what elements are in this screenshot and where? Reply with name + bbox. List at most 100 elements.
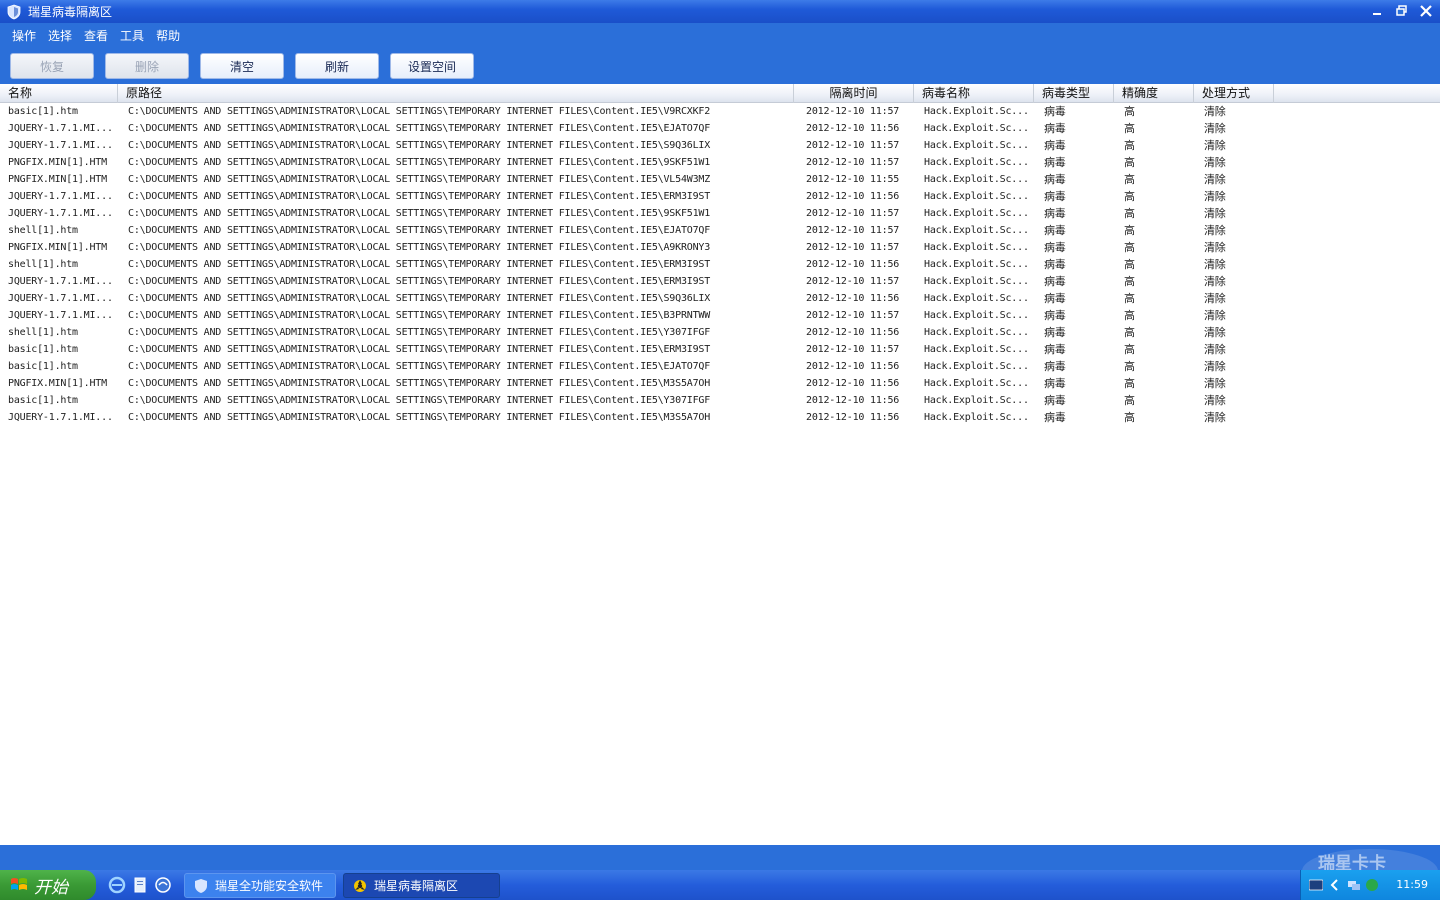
column-header-accuracy[interactable]: 精确度 <box>1114 84 1194 103</box>
list-header: 名称 原路径 隔离时间 病毒名称 病毒类型 精确度 处理方式 <box>0 84 1440 103</box>
column-header-virus-name[interactable]: 病毒名称 <box>914 84 1034 103</box>
cell-quarantine-time: 2012-12-10 11:56 <box>806 259 900 270</box>
keyboard-icon[interactable] <box>1309 879 1323 891</box>
restore-window-icon[interactable] <box>1392 2 1412 20</box>
table-row[interactable]: PNGFIX.MIN[1].HTM C:\DOCUMENTS AND SETTIN… <box>0 171 1440 188</box>
status-strip <box>0 845 1440 870</box>
column-header-virus-type[interactable]: 病毒类型 <box>1034 84 1114 103</box>
cell-accuracy: 高 <box>1124 275 1135 288</box>
rising-shield-icon <box>195 878 207 893</box>
cell-virus-type: 病毒 <box>1044 326 1066 339</box>
notepad-icon[interactable] <box>131 876 149 894</box>
list-rows: basic[1].htm C:\DOCUMENTS AND SETTINGS\AD… <box>0 103 1440 426</box>
cell-action: 清除 <box>1204 258 1226 271</box>
rising-tray-icon[interactable] <box>1365 878 1379 892</box>
title-bar[interactable]: 瑞星病毒隔离区 <box>0 0 1440 23</box>
table-row[interactable]: shell[1].htm C:\DOCUMENTS AND SETTINGS\AD… <box>0 256 1440 273</box>
cell-quarantine-time: 2012-12-10 11:56 <box>806 327 900 338</box>
start-button[interactable]: 开始 <box>0 870 96 900</box>
shield-icon <box>7 4 21 19</box>
cell-action: 清除 <box>1204 139 1226 152</box>
menu-view[interactable]: 查看 <box>78 27 114 44</box>
cell-original-path: C:\DOCUMENTS AND SETTINGS\ADMINISTRATOR\… <box>128 140 711 151</box>
delete-button[interactable]: 删除 <box>105 53 189 79</box>
table-row[interactable]: JQUERY-1.7.1.MI... C:\DOCUMENTS AND SETTI… <box>0 409 1440 426</box>
cell-virus-name: Hack.Exploit.Sc... <box>924 225 1029 236</box>
menu-operate[interactable]: 操作 <box>6 27 42 44</box>
cell-original-path: C:\DOCUMENTS AND SETTINGS\ADMINISTRATOR\… <box>128 157 711 168</box>
table-row[interactable]: JQUERY-1.7.1.MI... C:\DOCUMENTS AND SETTI… <box>0 273 1440 290</box>
cell-accuracy: 高 <box>1124 326 1135 339</box>
cell-virus-name: Hack.Exploit.Sc... <box>924 412 1029 423</box>
restore-button[interactable]: 恢复 <box>10 53 94 79</box>
cell-accuracy: 高 <box>1124 105 1135 118</box>
task-rising-security[interactable]: 瑞星全功能安全软件 <box>184 873 336 898</box>
cell-virus-type: 病毒 <box>1044 377 1066 390</box>
cell-accuracy: 高 <box>1124 173 1135 186</box>
cell-accuracy: 高 <box>1124 309 1135 322</box>
menu-tools[interactable]: 工具 <box>114 27 150 44</box>
browser-icon[interactable] <box>154 876 172 894</box>
close-icon[interactable] <box>1416 2 1436 20</box>
table-row[interactable]: JQUERY-1.7.1.MI... C:\DOCUMENTS AND SETTI… <box>0 290 1440 307</box>
cell-original-path: C:\DOCUMENTS AND SETTINGS\ADMINISTRATOR\… <box>128 174 711 185</box>
cell-accuracy: 高 <box>1124 292 1135 305</box>
cell-original-path: C:\DOCUMENTS AND SETTINGS\ADMINISTRATOR\… <box>128 378 711 389</box>
refresh-button[interactable]: 刷新 <box>295 53 379 79</box>
window-controls <box>1368 2 1436 20</box>
menu-select[interactable]: 选择 <box>42 27 78 44</box>
cell-original-path: C:\DOCUMENTS AND SETTINGS\ADMINISTRATOR\… <box>128 225 711 236</box>
cell-file-name: shell[1].htm <box>8 259 78 270</box>
clear-button[interactable]: 清空 <box>200 53 284 79</box>
cell-virus-name: Hack.Exploit.Sc... <box>924 191 1029 202</box>
toolbar: 恢复 删除 清空 刷新 设置空间 <box>0 48 1440 84</box>
menu-help[interactable]: 帮助 <box>150 27 186 44</box>
windows-logo-icon <box>11 878 27 890</box>
column-header-name[interactable]: 名称 <box>0 84 118 103</box>
quarantine-list[interactable]: 名称 原路径 隔离时间 病毒名称 病毒类型 精确度 处理方式 basic[1].… <box>0 84 1440 845</box>
network-icon[interactable] <box>1347 878 1361 892</box>
table-row[interactable]: shell[1].htm C:\DOCUMENTS AND SETTINGS\AD… <box>0 222 1440 239</box>
table-row[interactable]: JQUERY-1.7.1.MI... C:\DOCUMENTS AND SETTI… <box>0 307 1440 324</box>
table-row[interactable]: PNGFIX.MIN[1].HTM C:\DOCUMENTS AND SETTIN… <box>0 239 1440 256</box>
cell-virus-name: Hack.Exploit.Sc... <box>924 106 1029 117</box>
cell-accuracy: 高 <box>1124 411 1135 424</box>
table-row[interactable]: JQUERY-1.7.1.MI... C:\DOCUMENTS AND SETTI… <box>0 120 1440 137</box>
cell-quarantine-time: 2012-12-10 11:56 <box>806 123 900 134</box>
cell-virus-type: 病毒 <box>1044 394 1066 407</box>
cell-file-name: basic[1].htm <box>8 361 78 372</box>
cell-action: 清除 <box>1204 156 1226 169</box>
minimize-icon[interactable] <box>1368 2 1388 20</box>
cell-virus-name: Hack.Exploit.Sc... <box>924 361 1029 372</box>
table-row[interactable]: JQUERY-1.7.1.MI... C:\DOCUMENTS AND SETTI… <box>0 205 1440 222</box>
table-row[interactable]: PNGFIX.MIN[1].HTM C:\DOCUMENTS AND SETTIN… <box>0 375 1440 392</box>
cell-virus-name: Hack.Exploit.Sc... <box>924 123 1029 134</box>
table-row[interactable]: shell[1].htm C:\DOCUMENTS AND SETTINGS\AD… <box>0 324 1440 341</box>
cell-virus-name: Hack.Exploit.Sc... <box>924 378 1029 389</box>
cell-quarantine-time: 2012-12-10 11:56 <box>806 378 900 389</box>
column-header-action[interactable]: 处理方式 <box>1194 84 1274 103</box>
task-quarantine[interactable]: 瑞星病毒隔离区 <box>343 873 500 898</box>
table-row[interactable]: JQUERY-1.7.1.MI... C:\DOCUMENTS AND SETTI… <box>0 137 1440 154</box>
table-row[interactable]: JQUERY-1.7.1.MI... C:\DOCUMENTS AND SETTI… <box>0 188 1440 205</box>
set-space-button[interactable]: 设置空间 <box>390 53 474 79</box>
column-header-time[interactable]: 隔离时间 <box>794 84 914 103</box>
taskbar-clock: 11:59 <box>1396 878 1428 891</box>
cell-original-path: C:\DOCUMENTS AND SETTINGS\ADMINISTRATOR\… <box>128 310 711 321</box>
cell-virus-name: Hack.Exploit.Sc... <box>924 310 1029 321</box>
table-row[interactable]: basic[1].htm C:\DOCUMENTS AND SETTINGS\AD… <box>0 392 1440 409</box>
cell-original-path: C:\DOCUMENTS AND SETTINGS\ADMINISTRATOR\… <box>128 259 711 270</box>
table-row[interactable]: basic[1].htm C:\DOCUMENTS AND SETTINGS\AD… <box>0 103 1440 120</box>
table-row[interactable]: PNGFIX.MIN[1].HTM C:\DOCUMENTS AND SETTIN… <box>0 154 1440 171</box>
cell-quarantine-time: 2012-12-10 11:57 <box>806 225 900 236</box>
table-row[interactable]: basic[1].htm C:\DOCUMENTS AND SETTINGS\AD… <box>0 341 1440 358</box>
column-header-path[interactable]: 原路径 <box>118 84 794 103</box>
cell-original-path: C:\DOCUMENTS AND SETTINGS\ADMINISTRATOR\… <box>128 242 711 253</box>
cell-file-name: PNGFIX.MIN[1].HTM <box>8 242 107 253</box>
tray-back-icon[interactable] <box>1329 879 1341 891</box>
table-row[interactable]: basic[1].htm C:\DOCUMENTS AND SETTINGS\AD… <box>0 358 1440 375</box>
cell-virus-type: 病毒 <box>1044 156 1066 169</box>
ie-icon[interactable] <box>108 876 126 894</box>
cell-accuracy: 高 <box>1124 139 1135 152</box>
cell-virus-name: Hack.Exploit.Sc... <box>924 174 1029 185</box>
